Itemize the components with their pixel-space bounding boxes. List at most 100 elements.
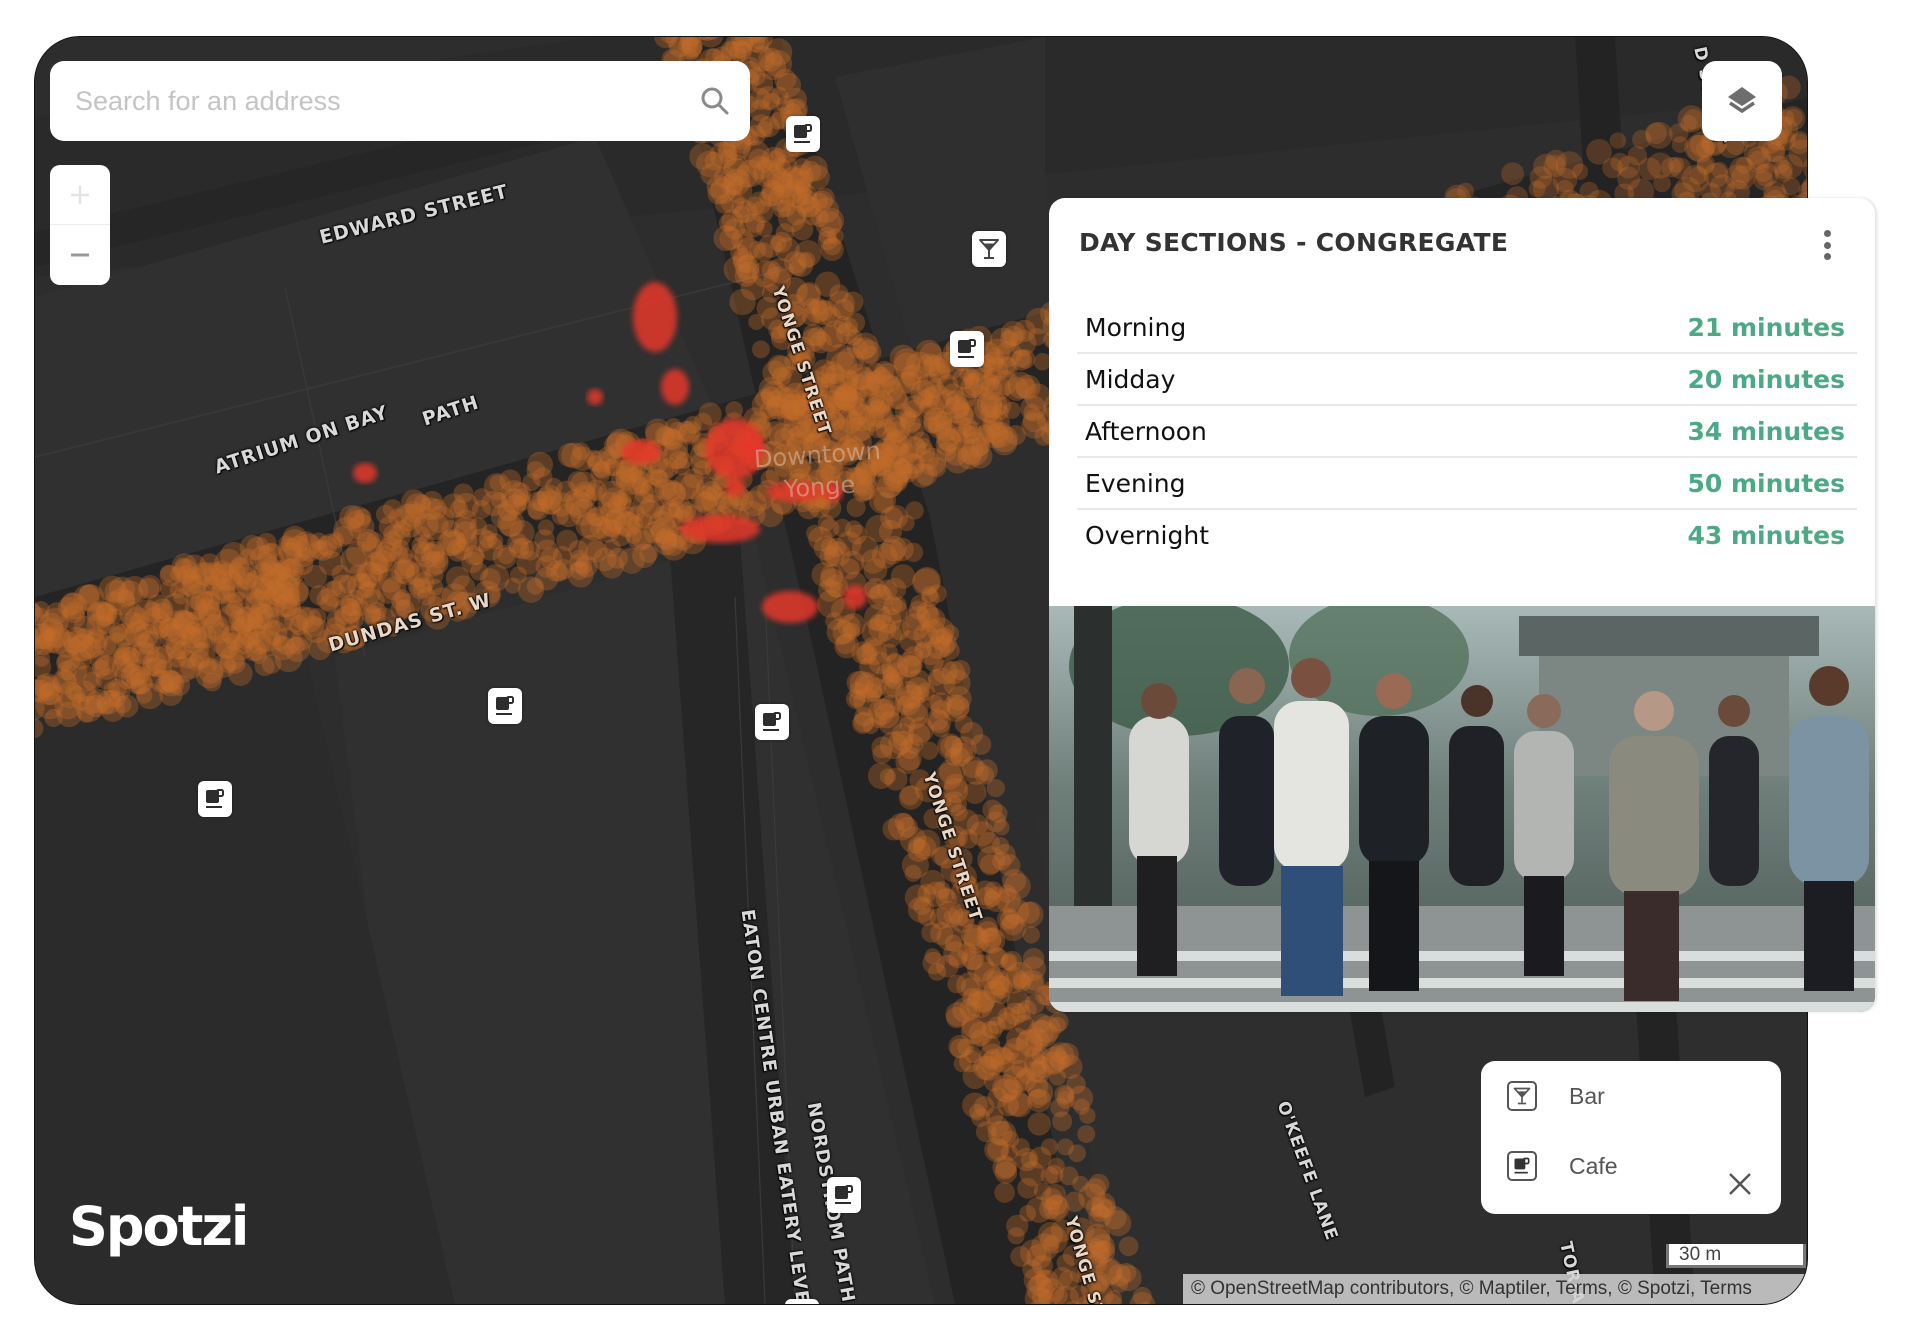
heatmap-point — [884, 767, 908, 791]
heatmap-point — [1073, 1098, 1090, 1115]
heatmap-point — [453, 492, 479, 519]
heatmap-point — [870, 712, 887, 729]
heatmap-point — [770, 86, 789, 105]
heatmap-point — [605, 456, 625, 477]
heatmap-point — [940, 735, 963, 758]
panel-menu-button[interactable] — [1815, 228, 1839, 262]
heatmap-point — [527, 451, 553, 478]
row-value: 43 minutes — [1687, 520, 1846, 550]
heatmap-point — [995, 888, 1021, 913]
cafe-marker[interactable] — [198, 781, 232, 817]
heatmap-point — [654, 478, 677, 501]
heatmap-point — [979, 927, 1006, 954]
heatmap-point — [482, 564, 510, 592]
heatmap-point — [1031, 1013, 1052, 1034]
legend-close-button[interactable] — [1727, 1171, 1753, 1201]
heatmap-point — [1084, 1178, 1107, 1200]
heatmap-point — [1050, 1098, 1070, 1118]
heatmap-point — [927, 669, 945, 686]
heatmap-point — [1040, 1166, 1059, 1185]
heatmap-point — [1038, 1221, 1064, 1247]
heatmap-point — [1006, 1214, 1029, 1237]
table-row: Morning 21 minutes — [1077, 302, 1857, 354]
heatmap-point — [274, 644, 303, 673]
heatmap-point — [1501, 162, 1524, 186]
heatmap-point — [655, 527, 677, 549]
heatmap-point — [232, 632, 255, 655]
osm-attribution: © OpenStreetMap contributors — [1191, 1278, 1449, 1299]
zoom-in-button[interactable] — [50, 165, 110, 224]
bar-marker[interactable] — [972, 231, 1006, 267]
cafe-marker[interactable] — [755, 704, 789, 740]
zoom-out-button[interactable] — [50, 224, 110, 284]
table-row: Overnight 43 minutes — [1077, 510, 1857, 560]
heatmap-point — [907, 723, 931, 746]
heatmap-point — [679, 474, 705, 500]
heatmap-point — [811, 562, 837, 587]
heatmap-point — [110, 681, 131, 701]
heatmap-point — [994, 1182, 1015, 1203]
heatmap-point — [929, 907, 952, 930]
map-attribution: © OpenStreetMap contributors, © Maptiler… — [1183, 1274, 1807, 1304]
heatmap-point — [933, 636, 955, 657]
heatmap-point — [79, 584, 100, 605]
kebab-dot — [1823, 241, 1831, 249]
heatmap-point — [678, 420, 702, 443]
heatmap-point — [159, 682, 183, 706]
maptiler-terms-link[interactable]: Terms — [1556, 1278, 1608, 1299]
heatmap-point — [946, 686, 972, 711]
heatmap-point — [320, 580, 347, 608]
heatmap-point — [926, 456, 947, 478]
cafe-marker[interactable] — [950, 331, 984, 367]
search-input[interactable] — [50, 70, 680, 132]
heatmap-point — [973, 961, 1002, 990]
heatmap-point — [778, 204, 806, 233]
heatmap-point — [1064, 1191, 1085, 1213]
heatmap-point — [913, 897, 932, 916]
heatmap-point — [1024, 1060, 1047, 1083]
heatmap-point — [552, 545, 573, 566]
heatmap-point — [283, 535, 311, 563]
spotzi-terms-link[interactable]: Terms — [1700, 1278, 1752, 1299]
cafe-marker[interactable] — [786, 116, 820, 152]
district-label: Downtown Yonge — [753, 436, 882, 504]
spotzi-logo: Spotzi — [69, 1195, 249, 1258]
heatmap-point — [872, 744, 893, 764]
cafe-marker[interactable] — [488, 688, 522, 724]
heatmap-point — [1091, 1197, 1113, 1219]
legend-item-cafe[interactable]: Cafe — [1507, 1151, 1618, 1181]
heatmap-point — [866, 394, 891, 419]
cafe-marker[interactable] — [827, 1177, 861, 1213]
heatmap-point — [309, 532, 328, 551]
heatmap-point — [308, 608, 327, 626]
heatmap-hotspot — [621, 440, 661, 464]
heatmap-point — [1092, 1240, 1112, 1260]
heatmap-point — [905, 453, 926, 475]
legend-item-bar[interactable]: Bar — [1507, 1081, 1605, 1111]
heatmap-hotspot — [843, 585, 867, 609]
table-row: Evening 50 minutes — [1077, 458, 1857, 510]
heatmap-point — [973, 1096, 995, 1117]
heatmap-point — [176, 564, 198, 585]
layers-button[interactable] — [1702, 61, 1782, 141]
heatmap-point — [740, 275, 766, 301]
heatmap-point — [481, 524, 498, 541]
table-row: Midday 20 minutes — [1077, 354, 1857, 406]
heatmap-point — [961, 438, 989, 466]
heatmap-point — [1016, 378, 1037, 399]
heatmap-point — [975, 759, 998, 782]
heatmap-point — [499, 514, 523, 537]
heatmap-point — [992, 986, 1011, 1005]
heatmap-point — [1000, 330, 1018, 349]
heatmap-point — [489, 474, 506, 491]
heatmap-hotspot — [762, 591, 818, 623]
cafe-marker[interactable] — [785, 1299, 819, 1304]
heatmap-point — [1000, 954, 1017, 971]
cafe-icon — [496, 696, 514, 715]
heatmap-point — [333, 516, 362, 545]
heatmap-point — [1774, 164, 1793, 183]
heatmap-point — [94, 634, 117, 657]
heatmap-point — [1016, 999, 1037, 1021]
search-button[interactable] — [680, 61, 750, 141]
heatmap-point — [921, 588, 940, 607]
